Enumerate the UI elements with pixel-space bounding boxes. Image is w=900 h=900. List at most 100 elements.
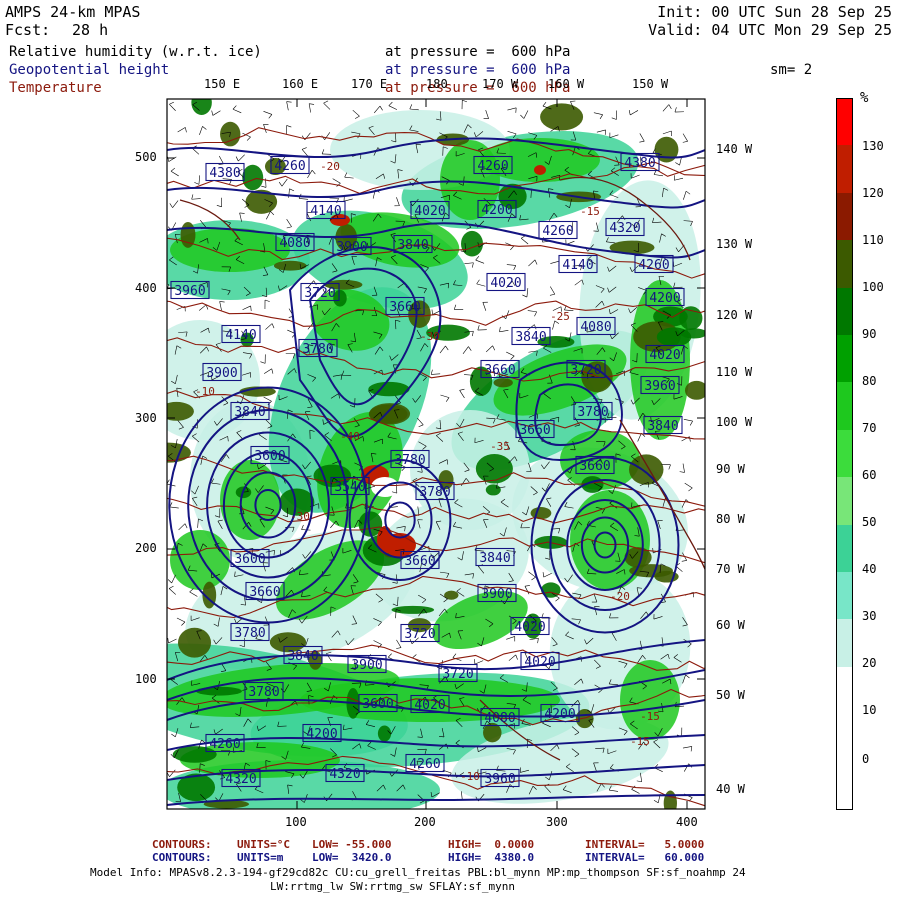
colorbar-unit: % <box>860 90 869 106</box>
colorbar-label: 40 <box>862 562 877 576</box>
height-label: 4020 <box>414 204 445 219</box>
top-lon-label: 180 <box>426 77 448 91</box>
y-tick-label: 400 <box>135 281 157 295</box>
height-label: 3780 <box>419 485 450 500</box>
height-label: 4200 <box>649 291 680 306</box>
height-label: 3720 <box>442 667 473 682</box>
right-lon-label: 50 W <box>716 688 745 702</box>
colorbar-label: 130 <box>862 139 884 153</box>
colorbar-cell <box>836 192 853 241</box>
y-tick-label: 200 <box>135 541 157 555</box>
footer-height-units: UNITS=m <box>237 851 284 864</box>
height-label: 3780 <box>577 405 608 420</box>
height-label: 4380 <box>209 166 240 181</box>
height-label: 4260 <box>409 757 440 772</box>
height-label: 3660 <box>249 585 280 600</box>
colorbar-cell <box>836 98 853 147</box>
colorbar-label: 120 <box>862 186 884 200</box>
height-label: 3720 <box>570 363 601 378</box>
footer-temp-units: UNITS=°C <box>237 838 290 851</box>
height-label: 4020 <box>414 698 445 713</box>
colorbar-cell <box>836 429 853 478</box>
x-tick-label: 200 <box>414 815 436 829</box>
rh-region <box>167 401 194 421</box>
height-label: 3840 <box>287 649 318 664</box>
colorbar-cell <box>836 382 853 431</box>
rh-region <box>654 136 679 163</box>
height-label: 4020 <box>514 620 545 635</box>
height-label: 4320 <box>609 221 640 236</box>
height-label: 4020 <box>490 276 521 291</box>
colorbar-label: 0 <box>862 752 870 766</box>
top-lon-label: 170 E <box>351 77 388 91</box>
rh-region <box>273 260 307 271</box>
colorbar-label: 10 <box>862 703 877 717</box>
right-lon-label: 120 W <box>716 308 753 322</box>
height-label: 4080 <box>580 320 611 335</box>
rh-region <box>461 230 483 257</box>
height-label: 4020 <box>524 655 555 670</box>
height-label: 3900 <box>336 240 367 255</box>
height-label: 3660 <box>484 363 515 378</box>
rh-region <box>242 164 264 191</box>
x-tick-label: 400 <box>676 815 698 829</box>
right-lon-label: 90 W <box>716 462 745 476</box>
x-tick-label: 300 <box>546 815 568 829</box>
weather-map: 4380 4260 4260 4380 4140 4020 4200 4260 4320 4080… <box>166 98 706 810</box>
top-lon-label: 170 W <box>482 77 519 91</box>
rh-region <box>369 403 411 425</box>
top-lon-label: 150 E <box>204 77 241 91</box>
top-lon-label: 160 W <box>548 77 585 91</box>
height-label: 3660 <box>579 459 610 474</box>
height-label: 4080 <box>279 236 310 251</box>
height-label: 3960 <box>644 379 675 394</box>
height-label: 3600 <box>254 449 285 464</box>
height-label: 4260 <box>638 258 669 273</box>
colorbar-label: 50 <box>862 515 877 529</box>
right-lon-label: 70 W <box>716 562 745 576</box>
colorbar-cell <box>836 287 853 336</box>
colorbar-cell <box>836 145 853 194</box>
height-label: 3840 <box>515 330 546 345</box>
height-label: 3660 <box>404 554 435 569</box>
rh-region <box>177 627 212 658</box>
colorbar-cell <box>836 477 853 526</box>
y-tick-label: 500 <box>135 150 157 164</box>
height-label: 3900 <box>481 587 512 602</box>
temperature-label: -40 <box>340 430 360 443</box>
height-label: 4200 <box>306 727 337 742</box>
height-label: 3660 <box>389 300 420 315</box>
footer-height-high: HIGH= 4380.0 <box>448 851 535 864</box>
temperature-label: -20 <box>320 160 340 173</box>
height-label: 3840 <box>479 551 510 566</box>
colorbar-cell <box>836 761 853 811</box>
temperature-label: -15 <box>580 205 600 218</box>
height-label: 4080 <box>484 711 515 726</box>
colorbar-cell <box>836 335 853 383</box>
rh-region <box>679 306 703 331</box>
colorbar-label: 20 <box>862 656 877 670</box>
height-label: 3840 <box>397 238 428 253</box>
right-lon-label: 110 W <box>716 365 753 379</box>
rh-region <box>485 484 501 496</box>
model-info-physics: LW:rrtmg_lw SW:rrtmg_sw SFLAY:sf_mynn <box>270 880 516 893</box>
height-label: 3720 <box>404 627 435 642</box>
colorbar-cell <box>836 524 853 573</box>
top-lon-label: 150 W <box>632 77 669 91</box>
height-label: 3780 <box>248 685 279 700</box>
height-label: 4020 <box>649 348 680 363</box>
temperature-label: -20 <box>610 590 630 603</box>
temperature-label: -15 <box>630 735 650 748</box>
rh-region <box>191 99 212 115</box>
colorbar-label: 30 <box>862 609 877 623</box>
colorbar-label: 100 <box>862 280 884 294</box>
y-tick-label: 300 <box>135 411 157 425</box>
height-label: 4320 <box>225 772 256 787</box>
right-lon-label: 60 W <box>716 618 745 632</box>
temperature-label: -35 <box>490 440 510 453</box>
temperature-label: -30 <box>420 330 440 343</box>
height-label: 4260 <box>274 159 305 174</box>
right-lon-label: 130 W <box>716 237 753 251</box>
colorbar-cell <box>836 666 853 715</box>
temperature-label: -10 <box>195 385 215 398</box>
